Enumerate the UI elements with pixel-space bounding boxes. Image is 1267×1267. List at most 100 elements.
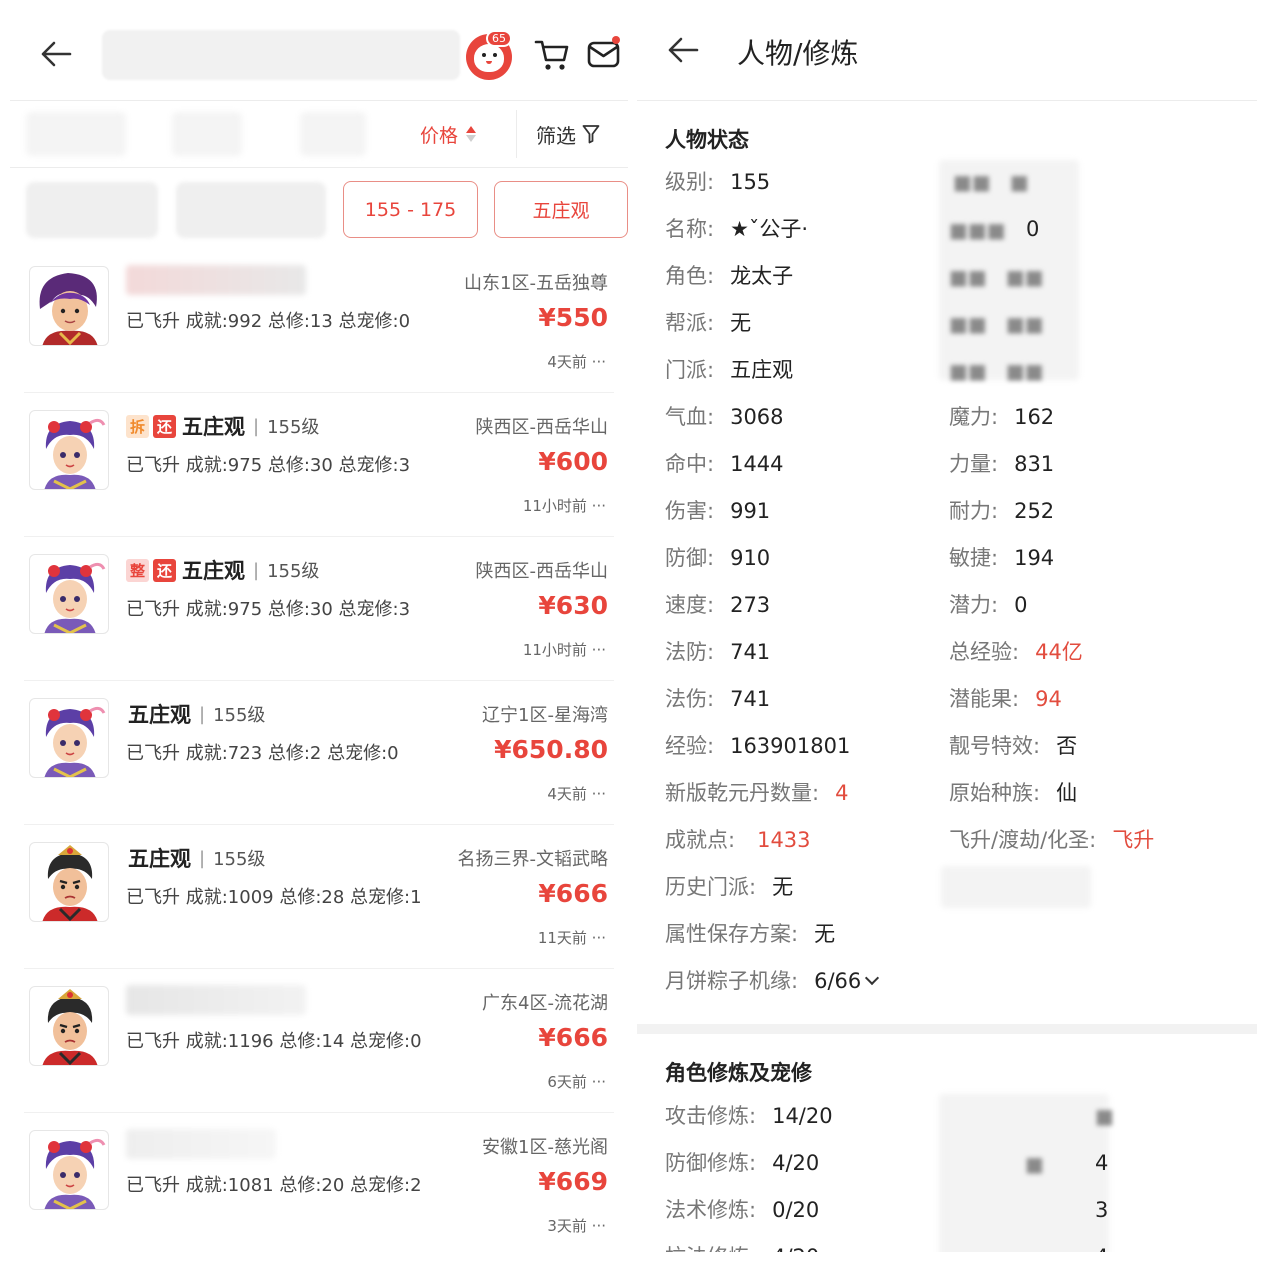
warrior-avatar-icon bbox=[42, 845, 98, 921]
hidden-stat: ■■■ bbox=[949, 218, 1006, 242]
hidden-pet-cultivation-area bbox=[939, 1094, 1109, 1264]
listing-time[interactable]: 6天前 ··· bbox=[547, 1071, 606, 1092]
stat-mana: 魔力: 162 bbox=[949, 405, 1055, 429]
listing-time[interactable]: 11天前 ··· bbox=[538, 927, 606, 948]
listing-level: 155级 bbox=[267, 417, 320, 438]
hidden-stat: ■■ ■■ bbox=[949, 312, 1044, 336]
server-name: 陕西区-西岳华山 bbox=[475, 561, 609, 582]
listing-divider bbox=[24, 536, 614, 537]
sort-option-hidden[interactable] bbox=[172, 112, 242, 156]
character-avatar bbox=[29, 698, 109, 778]
filter-button[interactable]: 筛选 bbox=[536, 118, 600, 150]
stat-potential-fruit: 潜能果: 94 bbox=[949, 687, 1062, 711]
sort-option-hidden[interactable] bbox=[26, 112, 126, 156]
cultivation-magic: 法术修炼: 0/20 bbox=[665, 1198, 820, 1222]
listing-time[interactable]: 11小时前 ··· bbox=[523, 495, 606, 516]
cultivation-defense: 防御修炼: 4/20 bbox=[665, 1151, 820, 1175]
sort-by-price[interactable]: 价格 bbox=[420, 118, 477, 150]
listing-title: 整 还 五庄观 | 155级 bbox=[126, 555, 319, 585]
listing-stats: 已飞升 成就:1081 总修:20 总宠修:2 bbox=[126, 1175, 422, 1196]
stat-endurance: 耐力: 252 bbox=[949, 499, 1055, 523]
sort-option-hidden[interactable] bbox=[300, 112, 366, 156]
filter-funnel-icon bbox=[582, 125, 600, 144]
listing-price: ¥666 bbox=[538, 1023, 608, 1052]
message-button[interactable] bbox=[586, 36, 622, 72]
listing-school: 五庄观 bbox=[128, 847, 191, 871]
filter-label: 筛选 bbox=[536, 123, 576, 148]
listing-item[interactable]: 山东1区-五岳独尊 已飞升 成就:992 总修:13 总宠修:0 ¥550 4天… bbox=[24, 261, 614, 405]
listing-divider bbox=[24, 392, 614, 393]
listing-item[interactable]: 安徽1区-慈光阁 已飞升 成就:1081 总修:20 总宠修:2 ¥669 3天… bbox=[24, 1125, 614, 1267]
unread-dot bbox=[612, 36, 620, 44]
hidden-stats-area bbox=[941, 866, 1091, 908]
character-detail-panel: 人物/修炼 人物状态 级别: 155 名称: ★ˇ公子· 角色: 龙太子 帮派: 无 门… bbox=[637, 0, 1267, 1267]
listing-time[interactable]: 4天前 ··· bbox=[547, 783, 606, 804]
filter-chip-hidden[interactable] bbox=[26, 182, 158, 238]
stat-qianyuan-dan: 新版乾元丹数量: 4 bbox=[665, 781, 849, 805]
dragon-prince-avatar-icon bbox=[44, 706, 106, 777]
listing-price: ¥600 bbox=[538, 447, 608, 476]
chevron-down-icon[interactable] bbox=[865, 970, 880, 986]
back-arrow-icon bbox=[41, 41, 72, 67]
filter-chip-level-range[interactable]: 155 - 175 bbox=[343, 181, 478, 238]
sort-divider bbox=[516, 110, 517, 158]
search-input[interactable] bbox=[102, 30, 460, 80]
notification-count-badge: 65 bbox=[486, 30, 512, 47]
server-name: 广东4区-流花湖 bbox=[482, 993, 608, 1014]
stat-ascension: 飞升/渡劫/化圣: 飞升 bbox=[949, 828, 1155, 852]
purple-hair-hero-icon bbox=[39, 273, 98, 345]
dragon-prince-avatar-icon bbox=[44, 1138, 106, 1209]
sort-bar-divider bbox=[10, 167, 628, 168]
listing-item[interactable]: 五庄观 | 155级 名扬三界-文韬武略 已飞升 成就:1009 总修:28 总… bbox=[24, 837, 614, 981]
character-avatar bbox=[29, 410, 109, 490]
filter-chip-school[interactable]: 五庄观 bbox=[494, 181, 628, 238]
sort-price-label: 价格 bbox=[420, 124, 459, 147]
mascot-button[interactable]: 65 bbox=[466, 30, 514, 80]
back-button[interactable] bbox=[667, 36, 703, 72]
back-button[interactable] bbox=[38, 36, 74, 72]
listing-price: ¥630 bbox=[538, 591, 608, 620]
listing-stats: 已飞升 成就:723 总修:2 总宠修:0 bbox=[126, 743, 399, 764]
listing-stats: 已飞升 成就:992 总修:13 总宠修:0 bbox=[126, 311, 411, 332]
listing-stats: 已飞升 成就:975 总修:30 总宠修:3 bbox=[126, 455, 411, 476]
warrior-avatar-icon bbox=[42, 989, 98, 1065]
listing-item[interactable]: 整 还 五庄观 | 155级 陕西区-西岳华山 已飞升 成就:975 总修:30… bbox=[24, 549, 614, 693]
header-divider bbox=[10, 100, 628, 101]
listing-time[interactable]: 4天前 ··· bbox=[547, 351, 606, 372]
server-name: 陕西区-西岳华山 bbox=[475, 417, 609, 438]
listing-time[interactable]: 3天前 ··· bbox=[547, 1215, 606, 1236]
listing-price: ¥666 bbox=[538, 879, 608, 908]
listing-school: 五庄观 bbox=[128, 703, 191, 727]
server-name: 辽宁1区-星海湾 bbox=[482, 705, 608, 726]
listing-stats: 已飞升 成就:1009 总修:28 总宠修:1 bbox=[126, 887, 422, 908]
tag-huan: 还 bbox=[153, 414, 176, 438]
listing-item[interactable]: 拆 还 五庄观 | 155级 陕西区-西岳华山 已飞升 成就:975 总修:30… bbox=[24, 405, 614, 549]
section-separator bbox=[637, 1024, 1257, 1034]
title-divider bbox=[637, 100, 1257, 101]
stat-strength: 力量: 831 bbox=[949, 452, 1055, 476]
stat-guild: 帮派: 无 bbox=[665, 311, 752, 335]
stat-mooncake-chance[interactable]: 月饼粽子机缘: 6/66 bbox=[665, 966, 880, 996]
listing-school: 五庄观 bbox=[182, 559, 245, 583]
cart-icon bbox=[534, 40, 569, 70]
stat-history-school: 历史门派: 无 bbox=[665, 875, 794, 899]
hidden-stat: ■■ ■■ bbox=[949, 265, 1044, 289]
pet-cultivation-value: 3 bbox=[1095, 1198, 1109, 1222]
stat-school: 门派: 五庄观 bbox=[665, 358, 794, 382]
character-avatar bbox=[29, 554, 109, 634]
hidden-stat: ■■ ■■ bbox=[949, 359, 1044, 383]
cart-button[interactable] bbox=[534, 38, 570, 72]
listing-time[interactable]: 11小时前 ··· bbox=[523, 639, 606, 660]
listing-divider bbox=[24, 680, 614, 681]
back-arrow-icon bbox=[668, 37, 699, 63]
stat-hp: 气血: 3068 bbox=[665, 405, 784, 429]
listing-item[interactable]: 广东4区-流花湖 已飞升 成就:1196 总修:14 总宠修:0 ¥666 6天… bbox=[24, 981, 614, 1125]
stat-original-race: 原始种族: 仙 bbox=[949, 781, 1078, 805]
listing-item[interactable]: 五庄观 | 155级 辽宁1区-星海湾 已飞升 成就:723 总修:2 总宠修:… bbox=[24, 693, 614, 837]
listing-divider bbox=[24, 824, 614, 825]
listing-price: ¥669 bbox=[538, 1167, 608, 1196]
stat-potential: 潜力: 0 bbox=[949, 593, 1028, 617]
listing-divider bbox=[24, 1112, 614, 1113]
stat-special-id-effect: 靓号特效: 否 bbox=[949, 734, 1078, 758]
filter-chip-hidden[interactable] bbox=[176, 182, 326, 238]
